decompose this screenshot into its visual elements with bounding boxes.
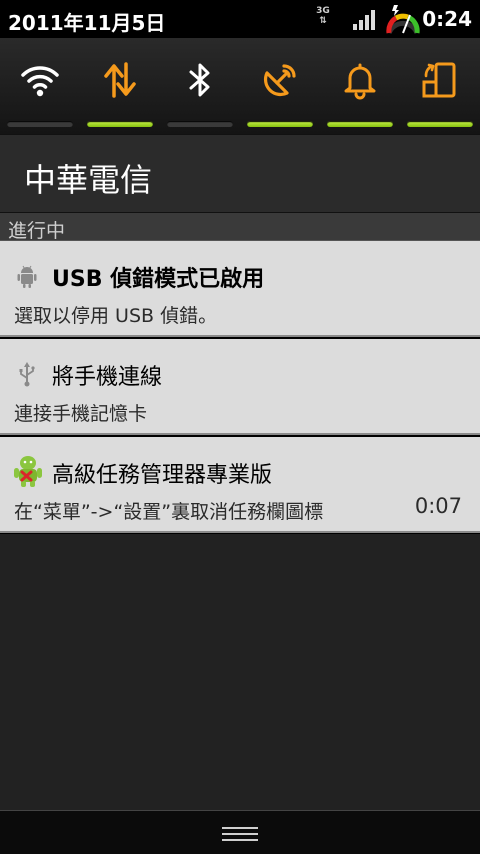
grip-lines-icon — [222, 827, 258, 841]
notification-usb-connect[interactable]: 將手機連線 連接手機記憶卡 — [0, 339, 480, 435]
wifi-toggle[interactable] — [0, 38, 80, 134]
satellite-dish-icon — [263, 64, 296, 97]
notification-title: USB 偵錯模式已啟用 — [52, 267, 265, 292]
data-sync-toggle-indicator — [87, 121, 153, 127]
bluetooth-toggle[interactable] — [160, 38, 240, 134]
gps-toggle[interactable] — [240, 38, 320, 134]
android-robot-icon — [17, 265, 37, 288]
bluetooth-toggle-indicator — [167, 121, 233, 127]
quick-settings-bar — [0, 38, 480, 134]
sound-toggle[interactable] — [320, 38, 400, 134]
notification-title: 高級任務管理器專業版 — [52, 463, 273, 488]
data-sync-toggle[interactable] — [80, 38, 160, 134]
ongoing-section-header: 進行中 — [0, 212, 480, 242]
usb-icon — [19, 362, 35, 387]
signal-strength-icon — [353, 10, 375, 30]
3g-data-icon: 3G ⇅ — [316, 6, 330, 26]
wifi-toggle-indicator — [7, 121, 73, 127]
notification-task-manager[interactable]: 高級任務管理器專業版 在“菜單”->“設置”裏取消任務欄圖標 0:07 — [0, 437, 480, 533]
auto-rotate-toggle-indicator — [407, 121, 473, 127]
notification-subtitle: 在“菜單”->“設置”裏取消任務欄圖標 — [14, 501, 324, 523]
gps-toggle-indicator — [247, 121, 313, 127]
sync-arrows-icon — [104, 62, 136, 98]
notification-title: 將手機連線 — [52, 365, 163, 390]
wifi-icon — [21, 66, 59, 97]
carrier-row: 中華電信 — [0, 134, 480, 212]
status-time: 0:24 — [422, 7, 472, 31]
auto-rotate-toggle[interactable] — [400, 38, 480, 134]
ongoing-section-label: 進行中 — [8, 220, 66, 242]
status-date: 2011年11月5日 — [8, 11, 166, 35]
rotate-phone-icon — [422, 62, 456, 98]
notification-subtitle: 連接手機記憶卡 — [14, 403, 148, 425]
bell-icon — [344, 63, 376, 100]
status-bar: 2011年11月5日 3G ⇅ 0:24 — [0, 0, 480, 38]
network-type-label: 3G — [316, 6, 330, 16]
notification-subtitle: 選取以停用 USB 偵錯。 — [14, 305, 218, 327]
task-manager-icon — [14, 456, 42, 487]
notification-time: 0:07 — [414, 494, 462, 518]
panel-drag-handle[interactable] — [0, 810, 480, 854]
battery-charging-icon — [386, 5, 420, 35]
carrier-name: 中華電信 — [24, 161, 153, 199]
bluetooth-icon — [189, 63, 210, 97]
sound-toggle-indicator — [327, 121, 393, 127]
notification-usb-debugging[interactable]: USB 偵錯模式已啟用 選取以停用 USB 偵錯。 — [0, 241, 480, 337]
notification-empty-area — [0, 534, 480, 810]
